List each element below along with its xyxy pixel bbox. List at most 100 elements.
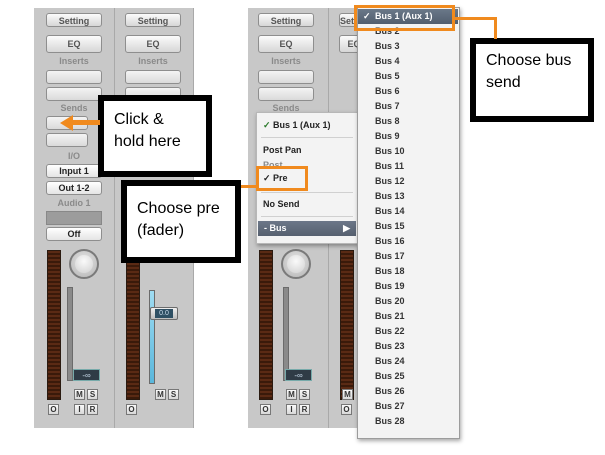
mute-button-r1[interactable]: M bbox=[286, 389, 297, 400]
highlight-bus1 bbox=[354, 5, 455, 31]
bus-item-label: Bus 3 bbox=[375, 41, 400, 51]
bus-item[interactable]: Bus 21 bbox=[358, 309, 458, 324]
io-o-button-r1[interactable]: O bbox=[260, 404, 271, 415]
automation-button[interactable]: Off bbox=[46, 227, 102, 241]
menu-separator bbox=[261, 216, 353, 217]
bus-item-label: Bus 5 bbox=[375, 71, 400, 81]
bus-item-label: Bus 26 bbox=[375, 386, 405, 396]
bus-item[interactable]: Bus 25 bbox=[358, 369, 458, 384]
io-o-button-2[interactable]: O bbox=[126, 404, 137, 415]
menu-item-bus[interactable]: - Bus ▶ bbox=[258, 221, 356, 236]
connector-pre bbox=[241, 185, 257, 188]
mute-button[interactable]: M bbox=[74, 389, 85, 400]
bus-item[interactable]: Bus 7 bbox=[358, 99, 458, 114]
io-o-button-r2[interactable]: O bbox=[341, 404, 352, 415]
bus-item[interactable]: Bus 3 bbox=[358, 39, 458, 54]
bus-item[interactable]: Bus 16 bbox=[358, 234, 458, 249]
eq-button-r1[interactable]: EQ bbox=[258, 35, 314, 53]
bus-item[interactable]: Bus 5 bbox=[358, 69, 458, 84]
bus-item[interactable]: Bus 17 bbox=[358, 249, 458, 264]
volume-readout-r1: -∞ bbox=[285, 369, 312, 381]
bus-item[interactable]: Bus 19 bbox=[358, 279, 458, 294]
input-monitor-button-r1[interactable]: I bbox=[286, 404, 297, 415]
setting-button-r1[interactable]: Setting bbox=[258, 13, 314, 27]
pan-knob-r1[interactable] bbox=[281, 249, 311, 279]
arrow-shaft bbox=[72, 120, 100, 125]
io-o-button[interactable]: O bbox=[48, 404, 59, 415]
menu-item-current-send[interactable]: ✓ Bus 1 (Aux 1) bbox=[257, 120, 357, 131]
bus-item-label: Bus 16 bbox=[375, 236, 405, 246]
insert-slot-r1-2[interactable] bbox=[258, 87, 314, 101]
bus-item[interactable]: Bus 6 bbox=[358, 84, 458, 99]
bus-item-label: Bus 28 bbox=[375, 416, 405, 426]
bus-item-label: Bus 21 bbox=[375, 311, 405, 321]
bus-item-label: Bus 14 bbox=[375, 206, 405, 216]
inserts-label-r1: Inserts bbox=[271, 56, 301, 66]
menu-separator bbox=[261, 137, 353, 138]
insert-slot-2-1[interactable] bbox=[125, 70, 181, 84]
setting-button-2[interactable]: Setting bbox=[125, 13, 181, 27]
mute-button-2[interactable]: M bbox=[155, 389, 166, 400]
highlight-pre bbox=[256, 166, 308, 191]
mute-button-r2[interactable]: M bbox=[342, 389, 353, 400]
bus-item[interactable]: Bus 27 bbox=[358, 399, 458, 414]
eq-button-2[interactable]: EQ bbox=[125, 35, 181, 53]
bus-item[interactable]: Bus 13 bbox=[358, 189, 458, 204]
insert-slot-r1-1[interactable] bbox=[258, 70, 314, 84]
bus-item[interactable]: Bus 9 bbox=[358, 129, 458, 144]
bus-item[interactable]: Bus 22 bbox=[358, 324, 458, 339]
bus-item[interactable]: Bus 14 bbox=[358, 204, 458, 219]
menu-item-post-pan[interactable]: Post Pan bbox=[257, 145, 357, 155]
level-meter-r2 bbox=[340, 250, 354, 400]
send-slot-2[interactable] bbox=[46, 133, 88, 147]
bus-item[interactable]: Bus 24 bbox=[358, 354, 458, 369]
bus-item-label: Bus 22 bbox=[375, 326, 405, 336]
input-button[interactable]: Input 1 bbox=[46, 164, 102, 178]
solo-button[interactable]: S bbox=[87, 389, 98, 400]
bus-item-label: Bus 19 bbox=[375, 281, 405, 291]
bus-item-label: Bus 24 bbox=[375, 356, 405, 366]
pan-knob[interactable] bbox=[69, 249, 99, 279]
eq-button[interactable]: EQ bbox=[46, 35, 102, 53]
bus-item[interactable]: Bus 23 bbox=[358, 339, 458, 354]
volume-readout: -∞ bbox=[73, 369, 100, 381]
volume-fader-track-2[interactable] bbox=[149, 290, 155, 384]
record-enable-button[interactable]: R bbox=[87, 404, 98, 415]
bus-item[interactable]: Bus 28 bbox=[358, 414, 458, 429]
volume-fader-track-r1[interactable] bbox=[283, 287, 289, 381]
bus-item-label: Bus 13 bbox=[375, 191, 405, 201]
input-monitor-button[interactable]: I bbox=[74, 404, 85, 415]
sends-label: Sends bbox=[60, 103, 88, 113]
bus-item[interactable]: Bus 20 bbox=[358, 294, 458, 309]
bus-item-label: Bus 23 bbox=[375, 341, 405, 351]
bus-item[interactable]: Bus 26 bbox=[358, 384, 458, 399]
bus-item[interactable]: Bus 15 bbox=[358, 219, 458, 234]
insert-slot-1[interactable] bbox=[46, 70, 102, 84]
bus-item[interactable]: Bus 10 bbox=[358, 144, 458, 159]
bus-label: Bus bbox=[269, 223, 287, 233]
group-slot[interactable] bbox=[46, 211, 102, 225]
bus-item[interactable]: Bus 8 bbox=[358, 114, 458, 129]
solo-button-r1[interactable]: S bbox=[299, 389, 310, 400]
bus-item-label: Bus 9 bbox=[375, 131, 400, 141]
level-meter-r1 bbox=[259, 250, 273, 400]
menu-item-no-send[interactable]: No Send bbox=[257, 199, 357, 209]
setting-button[interactable]: Setting bbox=[46, 13, 102, 27]
connector-bus-h bbox=[455, 17, 497, 20]
bus-item[interactable]: Bus 4 bbox=[358, 54, 458, 69]
bus-item[interactable]: Bus 18 bbox=[358, 264, 458, 279]
volume-fader-2[interactable]: 0.0 bbox=[150, 307, 178, 320]
insert-slot-2[interactable] bbox=[46, 87, 102, 101]
level-meter-2 bbox=[126, 250, 140, 400]
volume-fader-track[interactable] bbox=[67, 287, 73, 381]
callout-choose-bus: Choose bus send bbox=[470, 38, 594, 122]
bus-item[interactable]: Bus 12 bbox=[358, 174, 458, 189]
record-enable-button-r1[interactable]: R bbox=[299, 404, 310, 415]
fader-value: 0.0 bbox=[155, 309, 173, 318]
current-send-label: Bus 1 (Aux 1) bbox=[273, 120, 331, 130]
callout-choose-pre: Choose pre (fader) bbox=[121, 180, 241, 263]
bus-item[interactable]: Bus 11 bbox=[358, 159, 458, 174]
bus-submenu: ✓ Bus 1 (Aux 1) Bus 2 Bus 3 Bus 4 Bus 5 Bus 6B… bbox=[357, 7, 460, 439]
solo-button-2[interactable]: S bbox=[168, 389, 179, 400]
output-button[interactable]: Out 1-2 bbox=[46, 181, 102, 195]
